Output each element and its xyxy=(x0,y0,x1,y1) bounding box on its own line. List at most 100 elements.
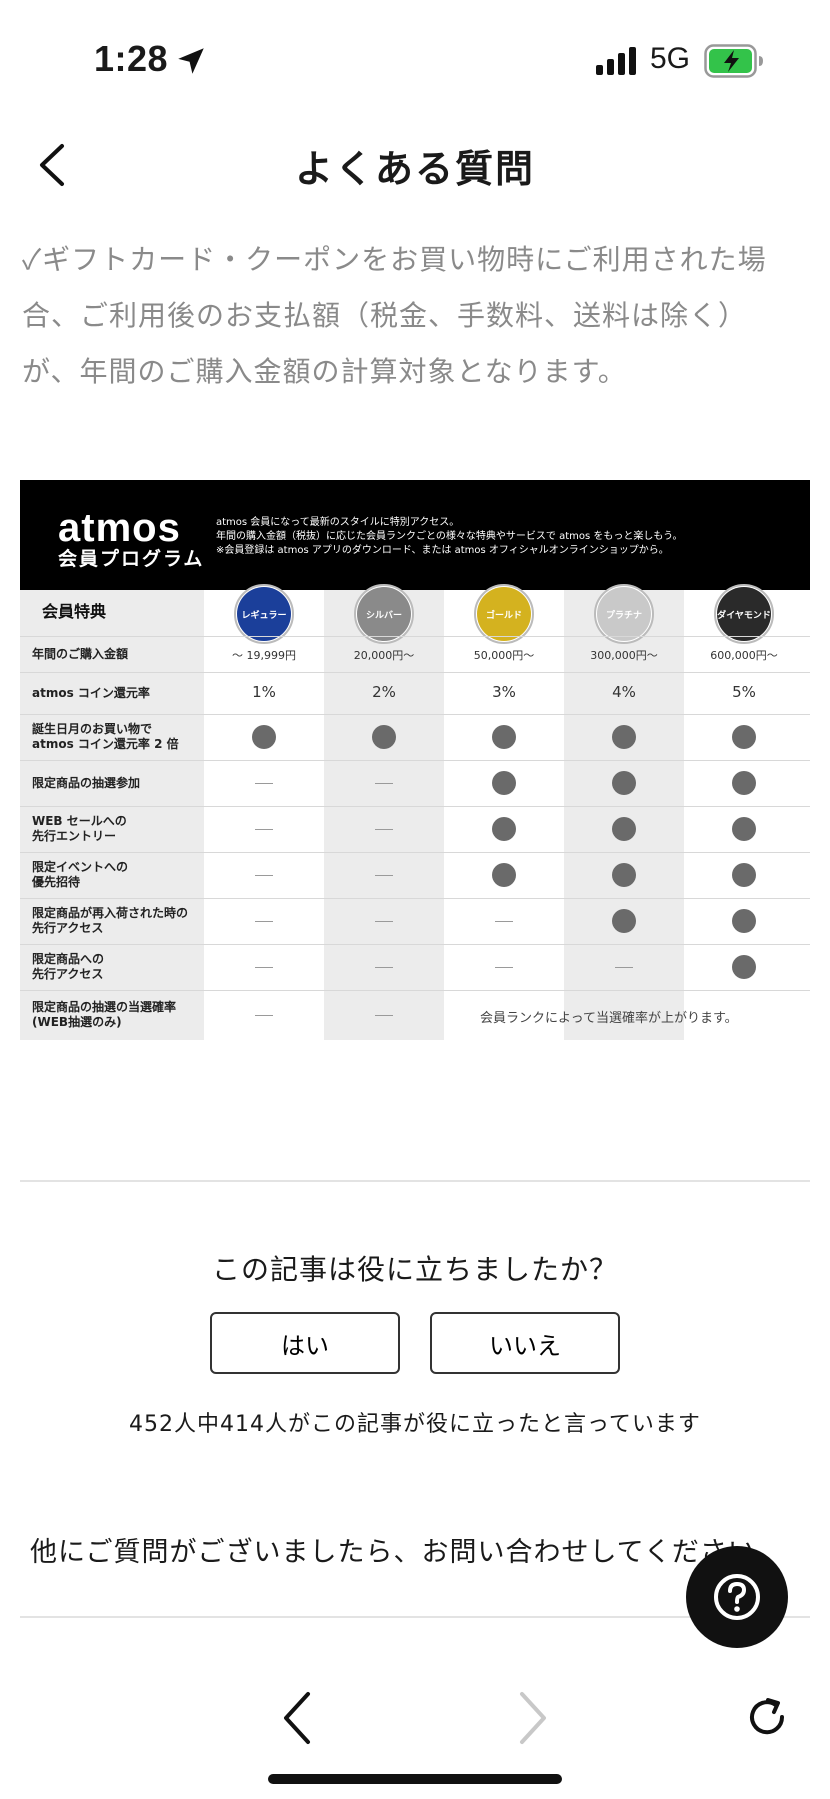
tier-badge: ゴールド xyxy=(477,587,531,641)
table-row-divider xyxy=(20,806,810,807)
tier-price: 600,000円〜 xyxy=(710,649,778,662)
tier-price: 50,000円〜 xyxy=(473,649,535,662)
tier-coin-rate: 1% xyxy=(252,683,276,701)
benefit-not-included-dash xyxy=(615,967,633,968)
row-label-line: WEB セールへの xyxy=(32,814,127,828)
row-label-line: 先行エントリー xyxy=(32,829,117,843)
question-circle-icon xyxy=(714,1574,760,1620)
row-label-line: 限定商品の抽選の当選確率 xyxy=(32,1000,177,1014)
tier-coin-rate: 4% xyxy=(612,683,636,701)
tier-coin-rate: 2% xyxy=(372,683,396,701)
benefit-not-included-dash xyxy=(495,967,513,968)
table-row-divider xyxy=(20,672,810,673)
table-row-divider xyxy=(20,898,810,899)
tier-badge: シルバー xyxy=(357,587,411,641)
intro-line: 合、ご利用後のお支払額（税金、手数料、送料は除く） xyxy=(22,299,748,332)
benefit-included-dot xyxy=(492,725,516,749)
row-label-line: (WEB抽選のみ) xyxy=(32,1015,122,1029)
program-description: atmos 会員になって最新のスタイルに特別アクセス。 年間の購入金額（税抜）に… xyxy=(216,516,682,558)
benefit-not-included-dash xyxy=(495,921,513,922)
home-indicator xyxy=(268,1774,562,1784)
browser-forward-icon[interactable] xyxy=(514,1690,554,1746)
description-line: atmos 会員になって最新のスタイルに特別アクセス。 xyxy=(216,517,460,528)
row-label-line: 限定イベントへの xyxy=(32,860,129,874)
table-row-label: 年間のご購入金額 xyxy=(32,647,128,662)
browser-back-icon[interactable] xyxy=(276,1690,316,1746)
row-label-line: 優先招待 xyxy=(32,875,81,889)
table-row-label: 誕生日月のお買い物で atmos コイン還元率 2 倍 xyxy=(32,722,179,752)
benefit-not-included-dash xyxy=(255,829,273,830)
location-arrow-icon xyxy=(178,48,204,74)
yes-button[interactable]: はい xyxy=(210,1312,400,1374)
table-row-label: 限定商品が再入荷された時の 先行アクセス xyxy=(32,906,188,936)
row-label-line: 限定商品への xyxy=(32,952,105,966)
program-subtitle: 会員プログラム xyxy=(58,548,205,570)
no-button[interactable]: いいえ xyxy=(430,1312,620,1374)
tier-coin-rate: 5% xyxy=(732,683,756,701)
benefit-included-dot xyxy=(372,725,396,749)
tier-price: 〜 19,999円 xyxy=(232,649,296,662)
table-row-divider xyxy=(20,852,810,853)
table-row-label: 限定商品への 先行アクセス xyxy=(32,952,104,982)
cellular-signal-icon xyxy=(596,47,636,75)
table-row-label: 限定商品の抽選参加 xyxy=(32,776,140,791)
reload-icon[interactable] xyxy=(744,1694,790,1740)
benefit-included-dot xyxy=(492,771,516,795)
row-label-line: 限定商品の抽選参加 xyxy=(32,775,141,790)
benefit-not-included-dash xyxy=(375,967,393,968)
table-row-divider xyxy=(20,636,810,637)
table-row-divider xyxy=(20,944,810,945)
intro-text: ✓ギフトカード・クーポンをお買い物時にご利用された場 合、ご利用後のお支払額（税… xyxy=(22,232,812,400)
benefit-not-included-dash xyxy=(255,921,273,922)
benefit-not-included-dash xyxy=(255,783,273,784)
table-row-divider xyxy=(20,990,810,991)
benefit-included-dot xyxy=(492,817,516,841)
benefit-included-dot xyxy=(732,817,756,841)
benefit-included-dot xyxy=(732,955,756,979)
program-body: 会員特典 レギュラー シルバー ゴールド プラチナ ダイヤモンド年間のご購入金額 〜 19… xyxy=(20,584,810,1040)
page-title: よくある質問 xyxy=(294,147,535,191)
benefit-included-dot xyxy=(732,725,756,749)
description-line: ※会員登録は atmos アプリのダウンロード、または atmos オフィシャル… xyxy=(216,545,669,556)
benefit-not-included-dash xyxy=(375,921,393,922)
benefit-included-dot xyxy=(612,909,636,933)
tier-badge: レギュラー xyxy=(237,587,291,641)
benefit-included-dot xyxy=(732,909,756,933)
benefit-included-dot xyxy=(252,725,276,749)
table-row-divider xyxy=(20,760,810,761)
intro-line: ✓ギフトカード・クーポンをお買い物時にご利用された場 xyxy=(22,243,767,276)
tier-badge: ダイヤモンド xyxy=(717,587,771,641)
row-label-line: 誕生日月のお買い物で xyxy=(32,722,153,736)
row-label-line: 先行アクセス xyxy=(32,921,104,935)
network-label: 5G xyxy=(650,42,691,75)
benefit-included-dot xyxy=(492,863,516,887)
tier-coin-rate: 3% xyxy=(492,683,516,701)
benefit-not-included-dash xyxy=(255,967,273,968)
helpful-count: 452人中414人がこの記事が役に立ったと言っています xyxy=(129,1412,701,1437)
tier-badge: プラチナ xyxy=(597,587,651,641)
benefit-not-included-dash xyxy=(375,783,393,784)
benefit-not-included-dash xyxy=(375,1015,393,1016)
row-label-line: 年間のご購入金額 xyxy=(32,646,129,661)
help-button[interactable] xyxy=(686,1546,788,1648)
table-row-label: WEB セールへの 先行エントリー xyxy=(32,814,127,844)
row-label-line: 先行アクセス xyxy=(32,967,104,981)
divider xyxy=(20,1180,810,1182)
benefit-not-included-dash xyxy=(255,1015,273,1016)
row-label-line: atmos コイン還元率 xyxy=(32,685,150,700)
helpful-question: この記事は役に立ちましたか？ xyxy=(211,1253,618,1286)
membership-program-table: atmos 会員プログラム atmos 会員になって最新のスタイルに特別アクセス… xyxy=(20,480,810,1040)
tier-price: 300,000円〜 xyxy=(590,649,658,662)
intro-line: が、年間のご購入金額の計算対象となります。 xyxy=(22,355,627,388)
benefit-included-dot xyxy=(612,817,636,841)
benefits-label: 会員特典 xyxy=(42,602,107,621)
benefit-included-dot xyxy=(732,863,756,887)
battery-charging-icon xyxy=(704,44,763,78)
table-row-label: atmos コイン還元率 xyxy=(32,686,150,701)
table-row-divider xyxy=(20,714,810,715)
tier-price: 20,000円〜 xyxy=(353,649,415,662)
benefit-included-dot xyxy=(612,725,636,749)
contact-text: 他にご質問がございましたら、お問い合わせしてください xyxy=(30,1537,756,1568)
row-label-line: 限定商品が再入荷された時の xyxy=(32,906,189,920)
benefit-included-dot xyxy=(612,771,636,795)
